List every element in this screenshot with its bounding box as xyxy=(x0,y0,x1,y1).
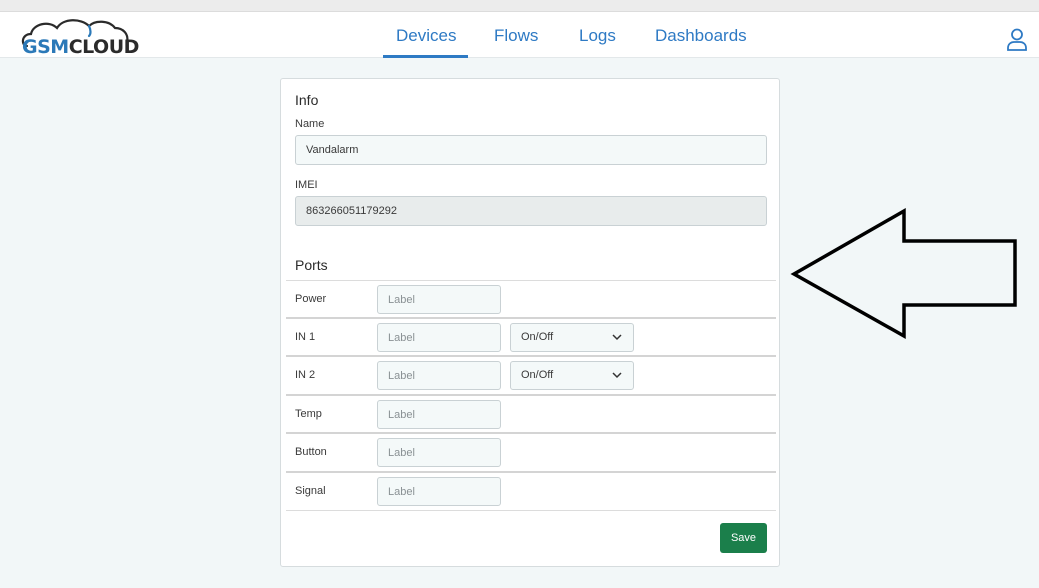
port-row-signal: Signal xyxy=(286,473,776,510)
top-navbar: GSMCLOUD Devices Flows Logs Dashboards xyxy=(0,11,1039,58)
nav-devices[interactable]: Devices xyxy=(396,26,456,46)
nav-logs[interactable]: Logs xyxy=(579,26,616,46)
chevron-down-icon xyxy=(612,334,622,341)
port-mode-select[interactable]: On/Off xyxy=(510,323,634,352)
port-name: Button xyxy=(295,446,327,458)
port-mode-select[interactable]: On/Off xyxy=(510,361,634,390)
port-row-in2: IN 2 On/Off xyxy=(286,357,776,394)
port-label-input[interactable] xyxy=(377,438,501,467)
browser-top-strip xyxy=(0,0,1039,11)
name-label: Name xyxy=(295,118,325,130)
chevron-down-icon xyxy=(612,372,622,379)
port-row-in1: IN 1 On/Off xyxy=(286,319,776,356)
port-name: IN 1 xyxy=(295,331,316,343)
port-row-power: Power xyxy=(286,281,776,318)
port-label-input[interactable] xyxy=(377,400,501,429)
nav-flows[interactable]: Flows xyxy=(494,26,538,46)
divider xyxy=(286,510,776,511)
device-settings-card: Info Name IMEI Ports Power IN 1 On/Off I… xyxy=(280,78,780,567)
port-row-button: Button xyxy=(286,434,776,471)
port-label-input[interactable] xyxy=(377,477,501,506)
port-label-input[interactable] xyxy=(377,361,501,390)
ports-title: Ports xyxy=(295,257,328,273)
port-label-input[interactable] xyxy=(377,323,501,352)
port-name: Signal xyxy=(295,485,326,497)
logo-wordmark: GSMCLOUD xyxy=(22,36,139,58)
save-button[interactable]: Save xyxy=(720,523,767,553)
active-tab-indicator xyxy=(383,55,468,58)
name-input[interactable] xyxy=(295,135,767,165)
port-name: Temp xyxy=(295,408,322,420)
nav-dashboards[interactable]: Dashboards xyxy=(655,26,747,46)
user-icon[interactable] xyxy=(1005,27,1029,51)
imei-label: IMEI xyxy=(295,179,318,191)
gsmcloud-logo[interactable]: GSMCLOUD xyxy=(19,16,154,60)
port-mode-value: On/Off xyxy=(521,369,554,381)
port-name: Power xyxy=(295,293,327,305)
arrow-left-icon xyxy=(790,208,1017,339)
port-name: IN 2 xyxy=(295,369,316,381)
info-title: Info xyxy=(295,92,319,108)
port-label-input[interactable] xyxy=(377,285,501,314)
port-mode-value: On/Off xyxy=(521,331,554,343)
port-row-temp: Temp xyxy=(286,396,776,433)
imei-input[interactable] xyxy=(295,196,767,226)
